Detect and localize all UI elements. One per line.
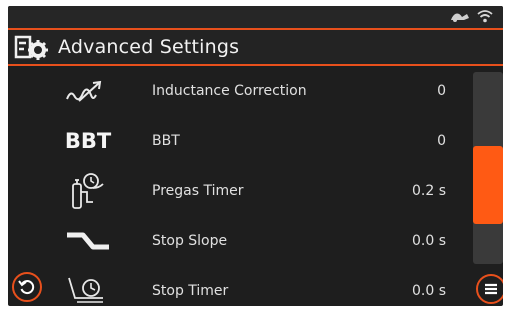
pregas-timer-icon [58, 172, 118, 210]
row-label: Stop Timer [152, 283, 229, 299]
wifi-icon [477, 10, 493, 23]
menu-button[interactable] [476, 274, 503, 304]
back-button[interactable] [12, 272, 42, 302]
list-item-inductance-correction[interactable]: Inductance Correction 0 [8, 66, 468, 116]
row-value: 0.0 s [411, 233, 446, 249]
bbt-icon-text: BBT [64, 129, 112, 153]
menu-icon [485, 283, 497, 295]
scrollbar-thumb[interactable] [473, 146, 503, 224]
list-item-stop-timer[interactable]: Stop Timer 0.0 s [8, 266, 468, 306]
list-item-bbt[interactable]: BBT BBT 0 [8, 116, 468, 166]
list-item-pregas-timer[interactable]: Pregas Timer 0.2 s [8, 166, 468, 216]
page-header: Advanced Settings [8, 28, 503, 66]
row-value: 0 [437, 83, 446, 99]
settings-gear-icon [14, 35, 48, 60]
device-screen: Advanced Settings Inductance Correction … [8, 6, 503, 306]
wire-feeder-icon [451, 13, 469, 22]
row-value: 0.0 s [411, 283, 446, 299]
status-bar [8, 6, 503, 29]
list-item-stop-slope[interactable]: Stop Slope 0.0 s [8, 216, 468, 266]
bbt-icon: BBT [58, 122, 118, 160]
undo-icon [18, 280, 35, 295]
row-label: Inductance Correction [152, 83, 307, 99]
row-label: BBT [152, 133, 180, 149]
row-label: Stop Slope [152, 233, 228, 249]
stop-timer-icon [58, 272, 118, 306]
row-value: 0.2 s [411, 183, 446, 199]
row-value: 0 [437, 133, 446, 149]
stop-slope-icon [58, 222, 118, 260]
page-title: Advanced Settings [58, 36, 240, 58]
inductance-icon [58, 72, 118, 110]
settings-list: Inductance Correction 0 BBT BBT 0 Pregas… [8, 66, 468, 306]
row-label: Pregas Timer [152, 183, 244, 199]
